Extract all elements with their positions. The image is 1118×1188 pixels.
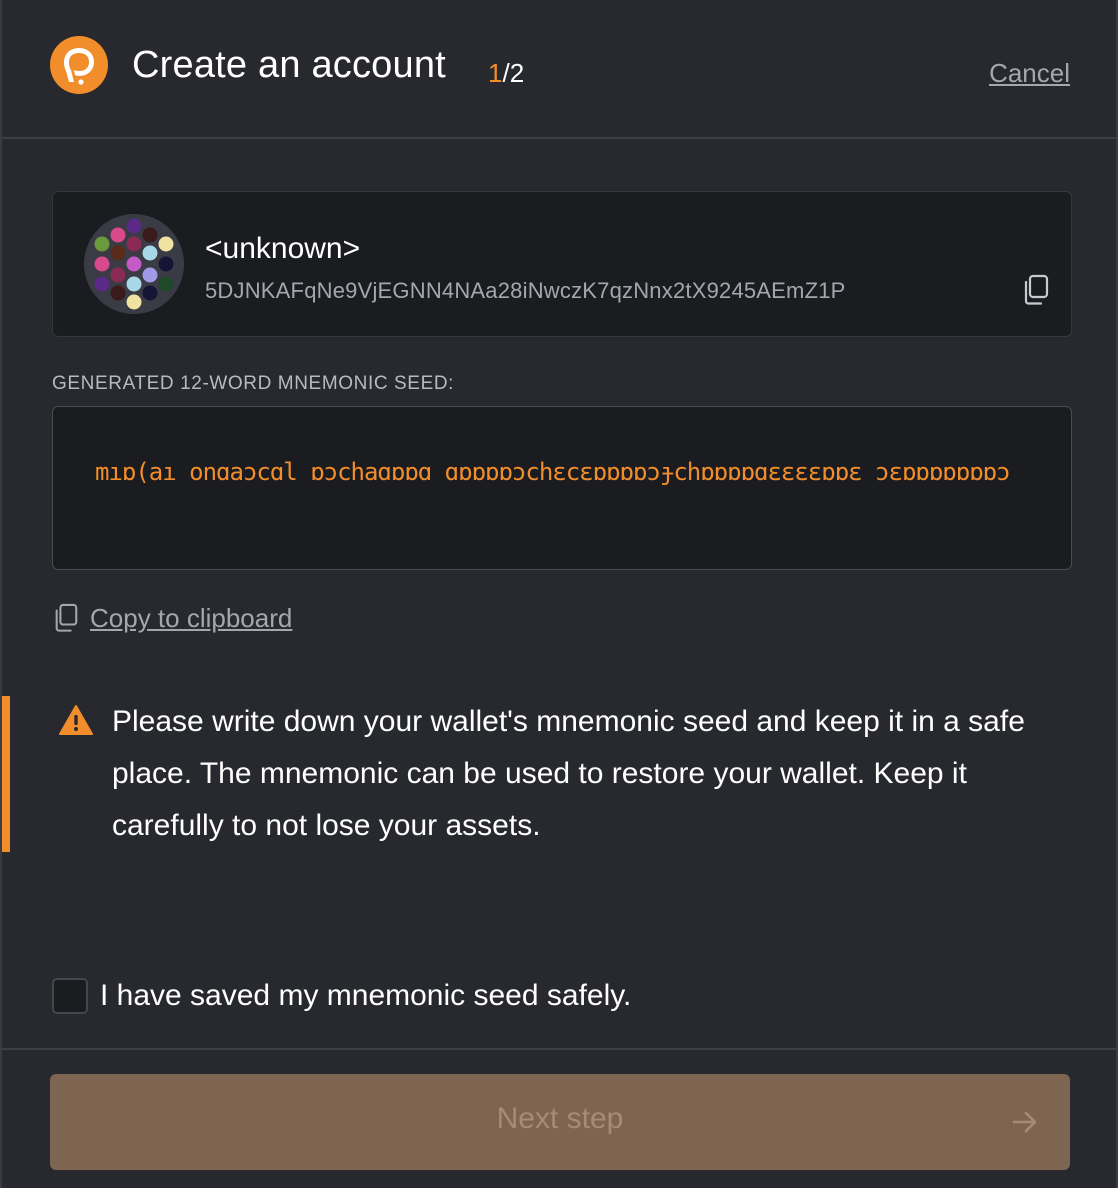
footer: Next step xyxy=(2,1048,1116,1188)
step-total: /2 xyxy=(502,58,525,88)
warning-accent-bar xyxy=(2,696,10,852)
identicon-avatar xyxy=(84,214,184,314)
warning-text: Please write down your wallet's mnemonic… xyxy=(112,705,1025,842)
seed-label: GENERATED 12-WORD MNEMONIC SEED: xyxy=(52,373,455,394)
polkadot-logo-icon xyxy=(50,36,108,94)
copy-icon xyxy=(55,603,78,632)
account-card: <unknown> 5DJNKAFqNe9VjEGNN4NAa28iNwczK7… xyxy=(52,191,1072,337)
confirm-row: I have saved my mnemonic seed safely. xyxy=(52,978,631,1014)
next-step-label: Next step xyxy=(496,1102,624,1135)
confirm-label[interactable]: I have saved my mnemonic seed safely. xyxy=(100,979,631,1013)
mnemonic-seed-text: mıɒ(aı onɑaɔcɑl ɒɔchaɑɒɒɑ ɑɒɒɒɒɔchɛcɛɒɒɒ… xyxy=(95,458,1011,486)
page-title: Create an account xyxy=(132,44,446,86)
copy-to-clipboard-button[interactable]: Copy to clipboard xyxy=(52,600,292,636)
warning-box: Please write down your wallet's mnemonic… xyxy=(2,696,1102,852)
step-current: 1 xyxy=(488,58,503,88)
header: Create an account 1/2 Cancel xyxy=(2,0,1116,139)
account-address: 5DJNKAFqNe9VjEGNN4NAa28iNwczK7qzNnx2tX92… xyxy=(205,278,846,303)
cancel-link[interactable]: Cancel xyxy=(989,58,1070,89)
mnemonic-seed-box: mıɒ(aı onɑaɔcɑl ɒɔchaɑɒɒɑ ɑɒɒɒɒɔchɛcɛɒɒɒ… xyxy=(52,406,1072,570)
copy-icon[interactable] xyxy=(1021,274,1051,306)
confirm-checkbox[interactable] xyxy=(52,978,88,1014)
copy-to-clipboard-label[interactable]: Copy to clipboard xyxy=(90,603,292,634)
warning-icon xyxy=(59,705,93,735)
create-account-window: Create an account 1/2 Cancel <unknown> 5… xyxy=(0,0,1118,1188)
arrow-right-icon xyxy=(1012,1111,1037,1133)
step-indicator: 1/2 xyxy=(488,58,524,89)
account-name: <unknown> xyxy=(205,232,361,265)
next-step-button[interactable]: Next step xyxy=(50,1074,1070,1170)
